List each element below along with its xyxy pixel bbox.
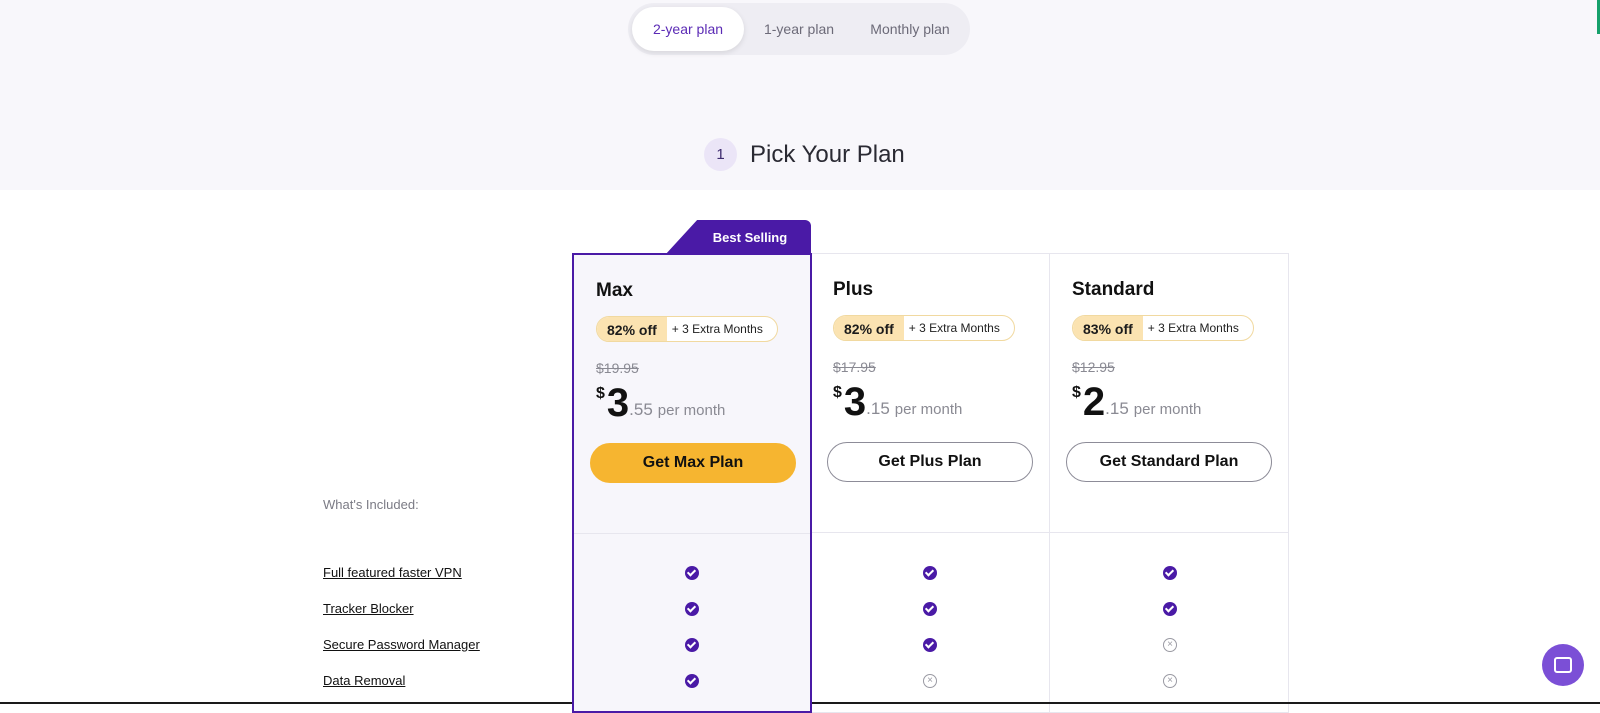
card-divider — [811, 532, 1049, 533]
card-divider — [1050, 532, 1288, 533]
monthly-price: $ 3 .15 per month — [833, 379, 962, 425]
original-price: $12.95 — [1072, 359, 1115, 375]
plan-name: Standard — [1072, 279, 1155, 300]
check-circle-icon — [923, 566, 937, 580]
currency-symbol: $ — [1072, 384, 1081, 401]
get-standard-plan-button[interactable]: Get Standard Plan — [1066, 442, 1272, 482]
price-whole: 3 — [843, 380, 867, 424]
get-max-plan-button[interactable]: Get Max Plan — [590, 443, 796, 483]
tab-monthly-plan[interactable]: Monthly plan — [854, 7, 966, 51]
price-period: per month — [1133, 401, 1202, 418]
check-circle-icon — [685, 602, 699, 616]
tab-1-year-plan[interactable]: 1-year plan — [744, 7, 854, 51]
price-whole: 2 — [1082, 380, 1106, 424]
check-circle-icon — [1163, 566, 1177, 580]
discount-percent: 82% off — [834, 316, 904, 340]
original-price: $19.95 — [596, 360, 639, 376]
chat-icon — [1554, 657, 1572, 673]
extra-months: + 3 Extra Months — [908, 321, 1000, 335]
x-circle-icon: × — [923, 674, 937, 688]
price-period: per month — [894, 401, 963, 418]
check-circle-icon — [1163, 602, 1177, 616]
plan-name: Plus — [833, 279, 874, 300]
discount-badge: 83% off + 3 Extra Months — [1072, 315, 1254, 341]
discount-badge: 82% off + 3 Extra Months — [833, 315, 1015, 341]
step-number-badge: 1 — [704, 138, 737, 171]
currency-symbol: $ — [833, 384, 842, 401]
monthly-price: $ 3 .55 per month — [596, 380, 725, 426]
check-circle-icon — [923, 638, 937, 652]
monthly-price: $ 2 .15 per month — [1072, 379, 1201, 425]
tab-2-year-plan[interactable]: 2-year plan — [632, 7, 744, 51]
feature-label[interactable]: Data Removal — [323, 673, 405, 688]
price-whole: 3 — [606, 381, 630, 425]
discount-percent: 83% off — [1073, 316, 1143, 340]
currency-symbol: $ — [596, 385, 605, 402]
page-title: Pick Your Plan — [750, 141, 905, 168]
price-period: per month — [657, 402, 726, 419]
check-circle-icon — [685, 566, 699, 580]
chat-launcher-button[interactable] — [1542, 644, 1584, 686]
plan-name: Max — [596, 280, 633, 301]
extra-months: + 3 Extra Months — [671, 322, 763, 336]
x-circle-icon: × — [1163, 638, 1177, 652]
x-circle-icon: × — [1163, 674, 1177, 688]
discount-badge: 82% off + 3 Extra Months — [596, 316, 778, 342]
check-circle-icon — [685, 638, 699, 652]
check-circle-icon — [685, 674, 699, 688]
plan-duration-tabs: 2-year plan 1-year plan Monthly plan — [628, 3, 970, 55]
feature-label[interactable]: Secure Password Manager — [323, 637, 480, 652]
price-cents: .15 — [1105, 399, 1129, 418]
discount-percent: 82% off — [597, 317, 667, 341]
best-selling-ribbon: Best Selling — [665, 220, 811, 255]
get-plus-plan-button[interactable]: Get Plus Plan — [827, 442, 1033, 482]
original-price: $17.95 — [833, 359, 876, 375]
check-circle-icon — [923, 602, 937, 616]
whats-included-label: What's Included: — [323, 497, 419, 512]
price-cents: .15 — [866, 399, 890, 418]
extra-months: + 3 Extra Months — [1147, 321, 1239, 335]
card-divider — [574, 533, 810, 534]
feature-label[interactable]: Full featured faster VPN — [323, 565, 462, 580]
price-cents: .55 — [629, 400, 653, 419]
feature-label[interactable]: Tracker Blocker — [323, 601, 414, 616]
